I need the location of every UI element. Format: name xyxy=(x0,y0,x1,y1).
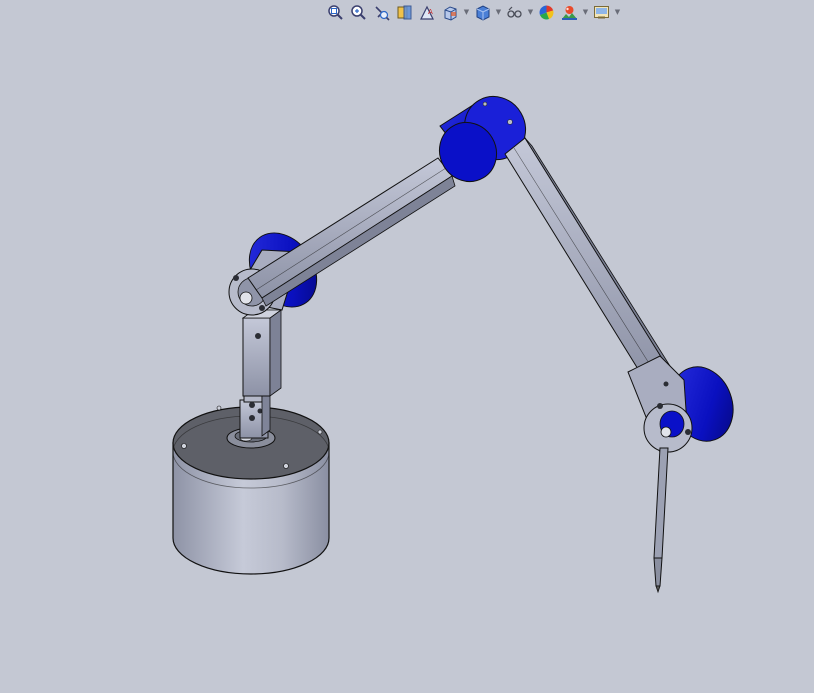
graphics-area[interactable] xyxy=(0,0,814,693)
upper-arm-link[interactable] xyxy=(247,157,456,307)
shoulder-link[interactable] xyxy=(241,309,283,397)
forearm-link[interactable] xyxy=(504,137,676,383)
end-effector-probe[interactable] xyxy=(653,447,669,594)
wrist-motor[interactable] xyxy=(627,355,743,453)
